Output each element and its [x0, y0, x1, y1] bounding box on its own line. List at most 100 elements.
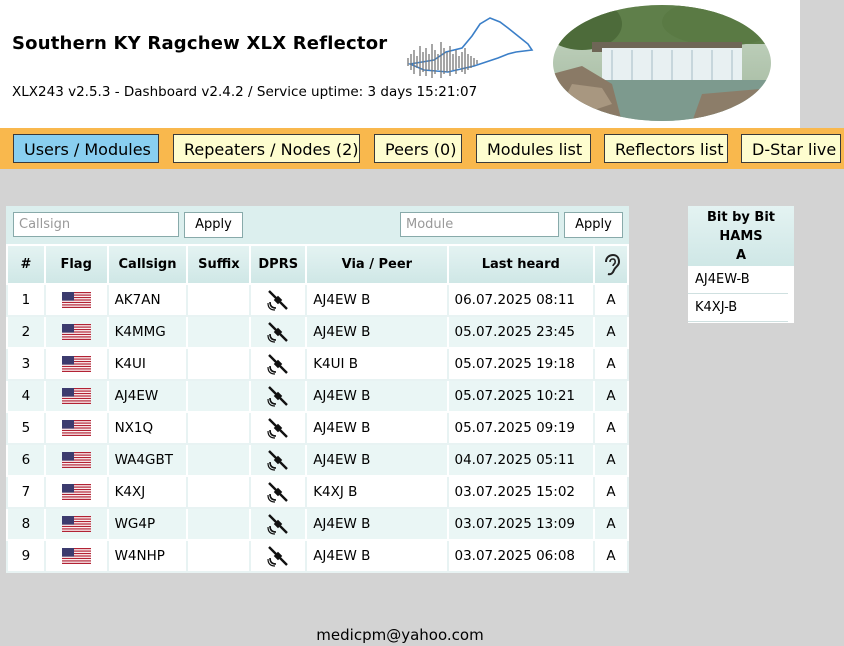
apply-module-button[interactable]: Apply [564, 212, 623, 238]
via-peer-cell: K4UI B [305, 347, 449, 381]
module-filter-input[interactable] [400, 212, 559, 237]
dprs-satellite-icon[interactable] [266, 352, 290, 376]
callsign-link[interactable]: WG4P [106, 507, 189, 541]
row-number: 4 [6, 379, 46, 413]
dprs-satellite-icon[interactable] [266, 512, 290, 536]
table-row: 8 WG4P AJ4EW B 03.07.2025 13:09 A [6, 507, 629, 541]
us-flag-icon [61, 452, 91, 468]
callsign-link[interactable]: K4MMG [106, 315, 189, 349]
dprs-cell [249, 347, 308, 381]
via-peer-cell: K4XJ B [305, 475, 449, 509]
col-header-last-heard: Last heard [446, 244, 596, 285]
users-panel: Apply Apply # Flag Callsign Suffix DPRS … [6, 206, 629, 573]
version-status: XLX243 v2.5.3 - Dashboard v2.4.2 / Servi… [12, 84, 478, 100]
suffix-cell [186, 443, 252, 477]
via-peer-cell: AJ4EW B [305, 315, 449, 349]
dprs-satellite-icon[interactable] [266, 320, 290, 344]
dprs-satellite-icon[interactable] [266, 416, 290, 440]
dprs-cell [249, 539, 308, 573]
dprs-satellite-icon[interactable] [266, 384, 290, 408]
contact-email[interactable]: medicpm@yahoo.com [0, 626, 800, 644]
module-header: Bit by Bit HAMS A [688, 206, 794, 266]
suffix-cell [186, 507, 252, 541]
row-number: 9 [6, 539, 46, 573]
col-header-callsign: Callsign [106, 244, 189, 285]
module-cell: A [593, 507, 629, 541]
module-letter: A [735, 248, 747, 263]
table-row: 3 K4UI K4UI B 05.07.2025 19:18 A [6, 347, 629, 381]
waterfall-photo [553, 5, 771, 121]
table-row: 9 W4NHP AJ4EW B 03.07.2025 06:08 A [6, 539, 629, 573]
via-peer-cell: AJ4EW B [305, 411, 449, 445]
dprs-cell [249, 443, 308, 477]
callsign-filter-input[interactable] [13, 212, 179, 237]
module-a-box: Bit by Bit HAMS A AJ4EW-B K4XJ-B [688, 206, 794, 323]
via-peer-cell: AJ4EW B [305, 379, 449, 413]
suffix-cell [186, 379, 252, 413]
callsign-link[interactable]: NX1Q [106, 411, 189, 445]
module-cell: A [593, 411, 629, 445]
callsign-link[interactable]: AK7AN [106, 283, 189, 317]
suffix-cell [186, 283, 252, 317]
us-flag-icon [61, 324, 91, 340]
tab-dstar-live[interactable]: D-Star live [741, 134, 841, 163]
last-heard-cell: 06.07.2025 08:11 [446, 283, 596, 317]
ear-icon [605, 253, 621, 275]
row-number: 8 [6, 507, 46, 541]
last-heard-cell: 05.07.2025 23:45 [446, 315, 596, 349]
dprs-satellite-icon[interactable] [266, 448, 290, 472]
us-flag-icon [61, 292, 91, 308]
dprs-cell [249, 507, 308, 541]
via-peer-cell: AJ4EW B [305, 283, 449, 317]
table-row: 2 K4MMG AJ4EW B 05.07.2025 23:45 A [6, 315, 629, 349]
row-number: 1 [6, 283, 46, 317]
flag-cell [43, 283, 109, 317]
callsign-link[interactable]: W4NHP [106, 539, 189, 573]
suffix-cell [186, 539, 252, 573]
dprs-satellite-icon[interactable] [266, 288, 290, 312]
module-name-line2: HAMS [719, 229, 763, 244]
tab-users-modules[interactable]: Users / Modules [13, 134, 159, 163]
col-header-dprs: DPRS [249, 244, 308, 285]
module-cell: A [593, 379, 629, 413]
row-number: 2 [6, 315, 46, 349]
callsign-link[interactable]: K4XJ [106, 475, 189, 509]
tab-peers[interactable]: Peers (0) [374, 134, 462, 163]
flag-cell [43, 379, 109, 413]
last-heard-cell: 05.07.2025 10:21 [446, 379, 596, 413]
module-cell: A [593, 475, 629, 509]
flag-cell [43, 475, 109, 509]
module-cell: A [593, 347, 629, 381]
apply-callsign-button[interactable]: Apply [184, 212, 243, 238]
dprs-satellite-icon[interactable] [266, 480, 290, 504]
dprs-satellite-icon[interactable] [266, 544, 290, 568]
dprs-cell [249, 411, 308, 445]
flag-cell [43, 443, 109, 477]
module-node-item[interactable]: AJ4EW-B [688, 266, 788, 294]
last-heard-cell: 05.07.2025 09:19 [446, 411, 596, 445]
via-peer-cell: AJ4EW B [305, 443, 449, 477]
flag-cell [43, 411, 109, 445]
module-node-item[interactable]: K4XJ-B [688, 294, 788, 322]
table-row: 1 AK7AN AJ4EW B 06.07.2025 08:11 A [6, 283, 629, 317]
page-title: Southern KY Ragchew XLX Reflector [12, 33, 388, 54]
tab-repeaters-nodes[interactable]: Repeaters / Nodes (2) [173, 134, 360, 163]
module-cell: A [593, 315, 629, 349]
row-number: 7 [6, 475, 46, 509]
module-cell: A [593, 539, 629, 573]
row-number: 3 [6, 347, 46, 381]
callsign-link[interactable]: K4UI [106, 347, 189, 381]
callsign-link[interactable]: WA4GBT [106, 443, 189, 477]
last-heard-cell: 04.07.2025 05:11 [446, 443, 596, 477]
col-header-num: # [6, 244, 46, 285]
flag-cell [43, 315, 109, 349]
tab-reflectors-list[interactable]: Reflectors list [604, 134, 728, 163]
us-flag-icon [61, 420, 91, 436]
tab-modules-list[interactable]: Modules list [476, 134, 591, 163]
table-row: 5 NX1Q AJ4EW B 05.07.2025 09:19 A [6, 411, 629, 445]
dprs-cell [249, 379, 308, 413]
us-flag-icon [61, 484, 91, 500]
callsign-link[interactable]: AJ4EW [106, 379, 189, 413]
flag-cell [43, 539, 109, 573]
last-heard-cell: 03.07.2025 06:08 [446, 539, 596, 573]
